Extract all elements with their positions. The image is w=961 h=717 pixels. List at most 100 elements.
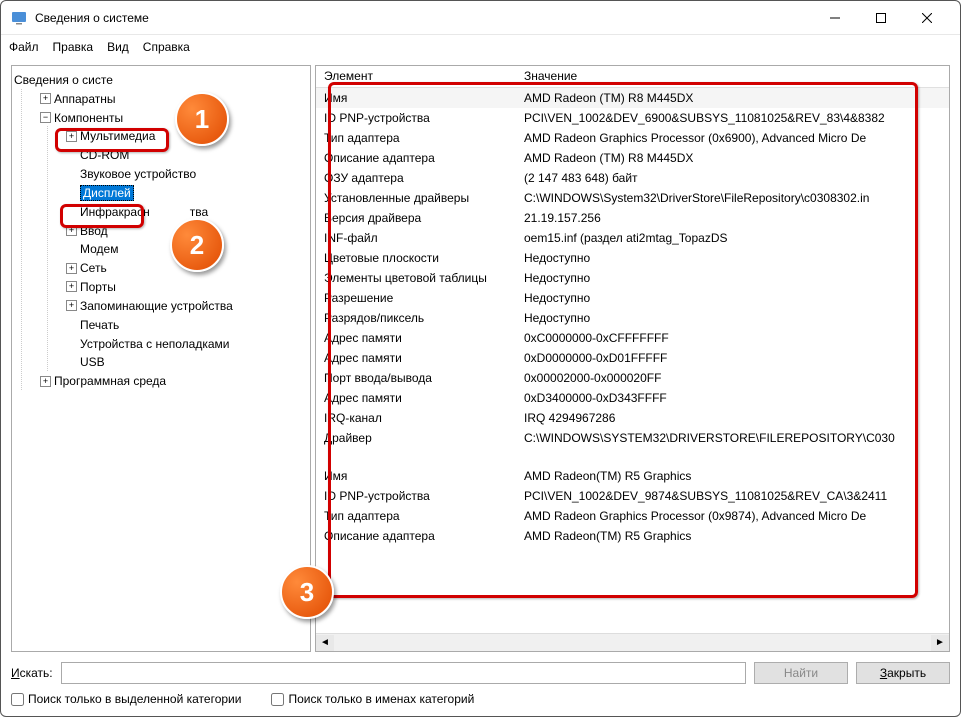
detail-row[interactable] xyxy=(316,448,949,466)
chk-selected-category-box[interactable] xyxy=(11,693,24,706)
detail-row[interactable]: Описание адаптераAMD Radeon(TM) R5 Graph… xyxy=(316,526,949,546)
col-value[interactable]: Значение xyxy=(516,66,949,87)
tree-hardware[interactable]: Аппаратны xyxy=(54,92,116,106)
detail-row[interactable]: ДрайверC:\WINDOWS\SYSTEM32\DRIVERSTORE\F… xyxy=(316,428,949,448)
expand-icon[interactable]: + xyxy=(66,225,77,236)
tree-problem[interactable]: Устройства с неполадками xyxy=(80,336,229,350)
detail-key: ID PNP-устройства xyxy=(316,489,516,503)
col-element[interactable]: Элемент xyxy=(316,66,516,87)
detail-row[interactable]: ОЗУ адаптера(2 147 483 648) байт xyxy=(316,168,949,188)
detail-value: Недоступно xyxy=(516,291,949,305)
detail-row[interactable]: IRQ-каналIRQ 4294967286 xyxy=(316,408,949,428)
expand-icon[interactable]: + xyxy=(66,131,77,142)
close-search-button[interactable]: Закрыть xyxy=(856,662,950,684)
detail-value: AMD Radeon (TM) R8 M445DX xyxy=(516,91,949,105)
search-input[interactable] xyxy=(61,662,746,684)
detail-row[interactable]: Тип адаптераAMD Radeon Graphics Processo… xyxy=(316,128,949,148)
menu-help[interactable]: Справка xyxy=(143,40,190,54)
menu-edit[interactable]: Правка xyxy=(53,40,94,54)
search-options: Поиск только в выделенной категории Поис… xyxy=(1,690,960,716)
find-button[interactable]: Найти xyxy=(754,662,848,684)
tree-panel[interactable]: Сведения о систе +Аппаратны −Компоненты … xyxy=(11,65,311,652)
detail-value: 0xD0000000-0xD01FFFFF xyxy=(516,351,949,365)
detail-row[interactable]: Установленные драйверыC:\WINDOWS\System3… xyxy=(316,188,949,208)
detail-value: C:\WINDOWS\System32\DriverStore\FileRepo… xyxy=(516,191,949,205)
detail-row[interactable]: Описание адаптераAMD Radeon (TM) R8 M445… xyxy=(316,148,949,168)
menu-file[interactable]: Файл xyxy=(9,40,39,54)
detail-row[interactable]: ID PNP-устройстваPCI\VEN_1002&DEV_6900&S… xyxy=(316,108,949,128)
detail-body[interactable]: ИмяAMD Radeon (TM) R8 M445DXID PNP-устро… xyxy=(316,88,949,633)
detail-row[interactable]: Порт ввода/вывода0x00002000-0x000020FF xyxy=(316,368,949,388)
detail-header: Элемент Значение xyxy=(316,66,949,88)
detail-row[interactable]: РазрешениеНедоступно xyxy=(316,288,949,308)
detail-value: (2 147 483 648) байт xyxy=(516,171,949,185)
scroll-right-icon[interactable]: ► xyxy=(931,635,949,651)
tree-storage[interactable]: Запоминающие устройства xyxy=(80,299,233,313)
expand-icon[interactable]: + xyxy=(66,281,77,292)
tree-printing[interactable]: Печать xyxy=(80,318,119,332)
detail-panel: Элемент Значение ИмяAMD Radeon (TM) R8 M… xyxy=(315,65,950,652)
expand-icon[interactable]: + xyxy=(66,300,77,311)
window-title: Сведения о системе xyxy=(35,11,812,25)
expand-icon[interactable]: + xyxy=(40,93,51,104)
collapse-icon[interactable]: − xyxy=(40,112,51,123)
tree-display[interactable]: Дисплей xyxy=(80,185,134,201)
scroll-left-icon[interactable]: ◄ xyxy=(316,635,334,651)
detail-row[interactable]: ИмяAMD Radeon (TM) R8 M445DX xyxy=(316,88,949,108)
tree-software[interactable]: Программная среда xyxy=(54,374,166,388)
tree-network[interactable]: Сеть xyxy=(80,261,107,275)
detail-key: Тип адаптера xyxy=(316,509,516,523)
detail-row[interactable]: Разрядов/пиксельНедоступно xyxy=(316,308,949,328)
detail-key: Установленные драйверы xyxy=(316,191,516,205)
close-button[interactable] xyxy=(904,3,950,33)
app-icon xyxy=(11,10,27,26)
tree-cdrom[interactable]: CD-ROM xyxy=(80,148,129,162)
tree-sound[interactable]: Звуковое устройство xyxy=(80,167,196,181)
detail-key: Описание адаптера xyxy=(316,529,516,543)
tree-infrared[interactable]: Инфракрасн тва xyxy=(80,205,208,219)
detail-value: 0xD3400000-0xD343FFFF xyxy=(516,391,949,405)
expand-icon[interactable]: + xyxy=(66,263,77,274)
detail-key: Версия драйвера xyxy=(316,211,516,225)
detail-key: Тип адаптера xyxy=(316,131,516,145)
expand-icon[interactable]: + xyxy=(40,376,51,387)
detail-value: 21.19.157.256 xyxy=(516,211,949,225)
detail-row[interactable]: ИмяAMD Radeon(TM) R5 Graphics xyxy=(316,466,949,486)
detail-key: ID PNP-устройства xyxy=(316,111,516,125)
detail-key: IRQ-канал xyxy=(316,411,516,425)
maximize-button[interactable] xyxy=(858,3,904,33)
detail-row[interactable]: ID PNP-устройстваPCI\VEN_1002&DEV_9874&S… xyxy=(316,486,949,506)
chk-category-names-box[interactable] xyxy=(271,693,284,706)
horizontal-scrollbar[interactable]: ◄ ► xyxy=(316,633,949,651)
tree-usb[interactable]: USB xyxy=(80,355,105,369)
search-label: Искать: xyxy=(11,666,53,680)
detail-key: Адрес памяти xyxy=(316,391,516,405)
chk-selected-category[interactable]: Поиск только в выделенной категории xyxy=(11,692,241,706)
detail-row[interactable]: Адрес памяти0xD3400000-0xD343FFFF xyxy=(316,388,949,408)
chk-category-names[interactable]: Поиск только в именах категорий xyxy=(271,692,474,706)
detail-value: 0xC0000000-0xCFFFFFFF xyxy=(516,331,949,345)
detail-row[interactable]: Тип адаптераAMD Radeon Graphics Processo… xyxy=(316,506,949,526)
detail-value: PCI\VEN_1002&DEV_9874&SUBSYS_11081025&RE… xyxy=(516,489,949,503)
detail-key: ОЗУ адаптера xyxy=(316,171,516,185)
tree-modem[interactable]: Модем xyxy=(80,242,118,256)
tree-ports[interactable]: Порты xyxy=(80,280,116,294)
titlebar: Сведения о системе xyxy=(1,1,960,35)
detail-row[interactable]: Адрес памяти0xC0000000-0xCFFFFFFF xyxy=(316,328,949,348)
detail-row[interactable]: INF-файлoem15.inf (раздел ati2mtag_Topaz… xyxy=(316,228,949,248)
detail-key: Цветовые плоскости xyxy=(316,251,516,265)
detail-value: IRQ 4294967286 xyxy=(516,411,949,425)
detail-value: AMD Radeon Graphics Processor (0x9874), … xyxy=(516,509,949,523)
detail-row[interactable]: Версия драйвера21.19.157.256 xyxy=(316,208,949,228)
tree-input[interactable]: Ввод xyxy=(80,223,108,237)
tree-multimedia[interactable]: Мультимедиа xyxy=(80,129,155,143)
tree-components[interactable]: Компоненты xyxy=(54,110,123,124)
tree-root[interactable]: Сведения о систе xyxy=(14,73,113,87)
detail-row[interactable]: Цветовые плоскостиНедоступно xyxy=(316,248,949,268)
detail-value: Недоступно xyxy=(516,311,949,325)
detail-value: C:\WINDOWS\SYSTEM32\DRIVERSTORE\FILEREPO… xyxy=(516,431,949,445)
detail-row[interactable]: Элементы цветовой таблицыНедоступно xyxy=(316,268,949,288)
minimize-button[interactable] xyxy=(812,3,858,33)
menu-view[interactable]: Вид xyxy=(107,40,129,54)
detail-row[interactable]: Адрес памяти0xD0000000-0xD01FFFFF xyxy=(316,348,949,368)
